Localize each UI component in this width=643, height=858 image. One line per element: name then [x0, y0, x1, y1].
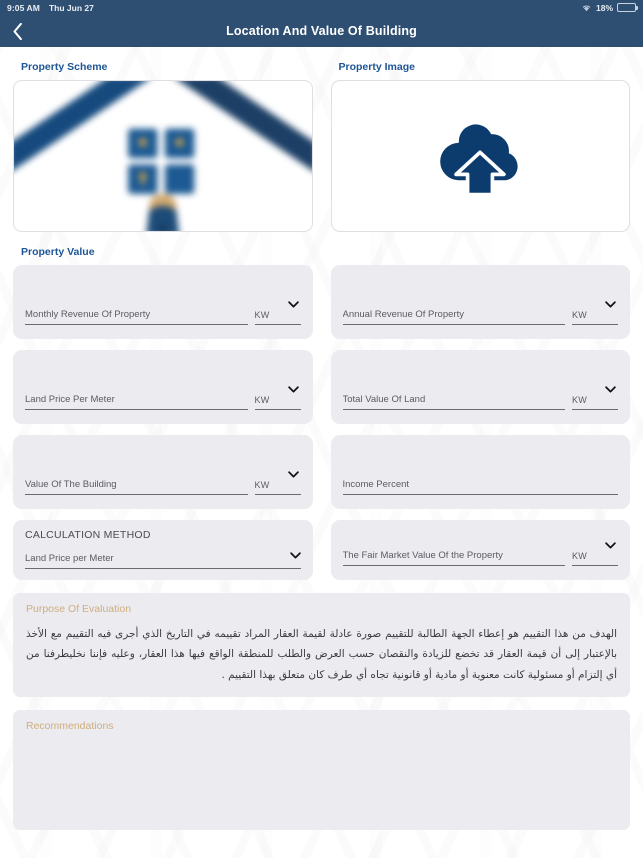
- annual-revenue-col: Annual Revenue Of Property KW: [330, 265, 630, 350]
- annual-revenue-input[interactable]: Annual Revenue Of Property: [342, 309, 565, 325]
- value-of-building-label: Value Of The Building: [25, 479, 117, 490]
- monthly-revenue-col: Monthly Revenue Of Property KW: [13, 265, 313, 350]
- status-bar-left: 9:05 AM Thu Jun 27: [7, 3, 94, 13]
- chevron-down-icon: [287, 301, 299, 308]
- property-image-card-col: [330, 80, 630, 232]
- land-price-unit-label: KW: [254, 395, 270, 405]
- annual-revenue-field[interactable]: Annual Revenue Of Property KW: [330, 265, 630, 339]
- income-percent-label: Income Percent: [342, 479, 410, 490]
- land-price-per-meter-label: Land Price Per Meter: [25, 394, 115, 405]
- value-row-2: Land Price Per Meter KW Total Value Of L…: [13, 350, 630, 435]
- property-scheme-label: Property Scheme: [21, 61, 108, 73]
- income-percent-inner: Income Percent: [342, 479, 618, 509]
- fair-market-value-unit-select[interactable]: KW: [572, 542, 618, 566]
- property-image-label: Property Image: [338, 61, 415, 73]
- chevron-down-icon: [605, 301, 616, 308]
- value-of-building-field[interactable]: Value Of The Building KW: [13, 435, 313, 509]
- land-price-unit-select[interactable]: KW: [254, 386, 301, 410]
- chevron-down-icon: [605, 386, 616, 393]
- fair-market-value-inner: The Fair Market Value Of the Property KW: [342, 542, 618, 580]
- land-price-per-meter-field[interactable]: Land Price Per Meter KW: [13, 350, 313, 424]
- fair-market-value-label: The Fair Market Value Of the Property: [342, 550, 503, 561]
- income-percent-input[interactable]: Income Percent: [342, 479, 618, 495]
- total-value-of-land-input[interactable]: Total Value Of Land: [342, 394, 565, 410]
- property-image-col: Property Image: [331, 47, 631, 80]
- calculation-method-col: CALCULATION METHOD Land Price per Meter: [13, 520, 313, 580]
- fair-market-value-unit-label: KW: [572, 551, 587, 561]
- purpose-of-evaluation-title: Purpose Of Evaluation: [26, 603, 132, 615]
- battery-icon: [617, 3, 638, 12]
- annual-revenue-label: Annual Revenue Of Property: [342, 309, 464, 320]
- property-scheme-col: Property Scheme: [13, 47, 313, 80]
- house-illustration-icon: [13, 81, 312, 231]
- purpose-of-evaluation-text: الهدف من هذا التقييم هو إعطاء الجهة الطا…: [26, 628, 617, 681]
- monthly-revenue-label: Monthly Revenue Of Property: [25, 309, 151, 320]
- media-cards-row: [13, 80, 630, 232]
- page-title: Location And Value Of Building: [226, 24, 417, 38]
- value-row-1: Monthly Revenue Of Property KW Annual Re…: [13, 265, 630, 350]
- value-of-building-input[interactable]: Value Of The Building: [25, 479, 248, 495]
- total-value-of-land-label: Total Value Of Land: [342, 394, 426, 405]
- income-percent-field[interactable]: Income Percent: [330, 435, 630, 509]
- status-time: 9:05 AM: [7, 2, 40, 13]
- total-land-value-col: Total Value Of Land KW: [330, 350, 630, 435]
- property-scheme-card[interactable]: [13, 80, 313, 232]
- monthly-revenue-inner: Monthly Revenue Of Property KW: [25, 301, 301, 339]
- monthly-revenue-field[interactable]: Monthly Revenue Of Property KW: [13, 265, 313, 339]
- property-image-upload-card[interactable]: [330, 80, 630, 232]
- chevron-down-icon: [605, 542, 616, 549]
- building-value-col: Value Of The Building KW: [13, 435, 313, 520]
- building-value-unit-label: KW: [254, 480, 270, 490]
- land-price-inner: Land Price Per Meter KW: [25, 386, 301, 424]
- media-labels-row: Property Scheme Property Image: [13, 47, 630, 80]
- land-price-per-meter-input[interactable]: Land Price Per Meter: [25, 394, 248, 410]
- land-price-col: Land Price Per Meter KW: [13, 350, 313, 435]
- house-illustration: [13, 81, 312, 231]
- chevron-down-icon: [289, 552, 301, 559]
- status-bar-right: 18%: [581, 2, 638, 13]
- recommendations-block[interactable]: Recommendations: [13, 710, 630, 831]
- calculation-method-title: CALCULATION METHOD: [25, 529, 151, 541]
- monthly-revenue-unit-label: KW: [254, 310, 270, 320]
- status-date: Thu Jun 27: [48, 2, 94, 13]
- total-land-value-unit-select[interactable]: KW: [572, 386, 618, 410]
- fair-market-value-field[interactable]: The Fair Market Value Of the Property KW: [330, 520, 630, 580]
- total-land-value-inner: Total Value Of Land KW: [342, 386, 618, 424]
- calculation-method-select[interactable]: Land Price per Meter: [25, 553, 301, 569]
- purpose-of-evaluation-block[interactable]: Purpose Of Evaluation الهدف من هذا التقي…: [13, 593, 630, 698]
- annual-revenue-unit-label: KW: [572, 310, 587, 320]
- fair-market-value-col: The Fair Market Value Of the Property KW: [330, 520, 630, 580]
- income-percent-col: Income Percent: [330, 435, 630, 520]
- property-value-label: Property Value: [21, 246, 95, 258]
- recommendations-title: Recommendations: [26, 720, 114, 733]
- monthly-revenue-input[interactable]: Monthly Revenue Of Property: [25, 309, 248, 325]
- property-scheme-card-col: [13, 80, 313, 232]
- status-bar: 9:05 AM Thu Jun 27 18%: [0, 0, 643, 15]
- building-value-inner: Value Of The Building KW: [25, 471, 301, 509]
- app-screen: 9:05 AM Thu Jun 27 18% Location And Valu…: [0, 0, 643, 858]
- calculation-method-field[interactable]: CALCULATION METHOD Land Price per Meter: [13, 520, 313, 580]
- wifi-icon: [582, 5, 591, 12]
- building-value-unit-select[interactable]: KW: [254, 471, 301, 495]
- annual-revenue-unit-select[interactable]: KW: [572, 301, 618, 325]
- calculation-method-value: Land Price per Meter: [25, 553, 114, 564]
- value-row-4: CALCULATION METHOD Land Price per Meter …: [13, 520, 630, 580]
- annual-revenue-inner: Annual Revenue Of Property KW: [342, 301, 618, 339]
- cloud-upload-icon: [437, 121, 521, 197]
- monthly-revenue-unit-select[interactable]: KW: [254, 301, 301, 325]
- total-land-value-unit-label: KW: [572, 395, 587, 405]
- chevron-down-icon: [287, 386, 299, 393]
- battery-percent-label: 18%: [595, 2, 613, 13]
- value-row-3: Value Of The Building KW Income Percent: [13, 435, 630, 520]
- app-header: Location And Value Of Building: [0, 15, 643, 47]
- fair-market-value-input[interactable]: The Fair Market Value Of the Property: [342, 550, 565, 566]
- page-content: Property Scheme Property Image Property …: [0, 47, 643, 831]
- chevron-down-icon: [287, 471, 299, 478]
- total-value-of-land-field[interactable]: Total Value Of Land KW: [330, 350, 630, 424]
